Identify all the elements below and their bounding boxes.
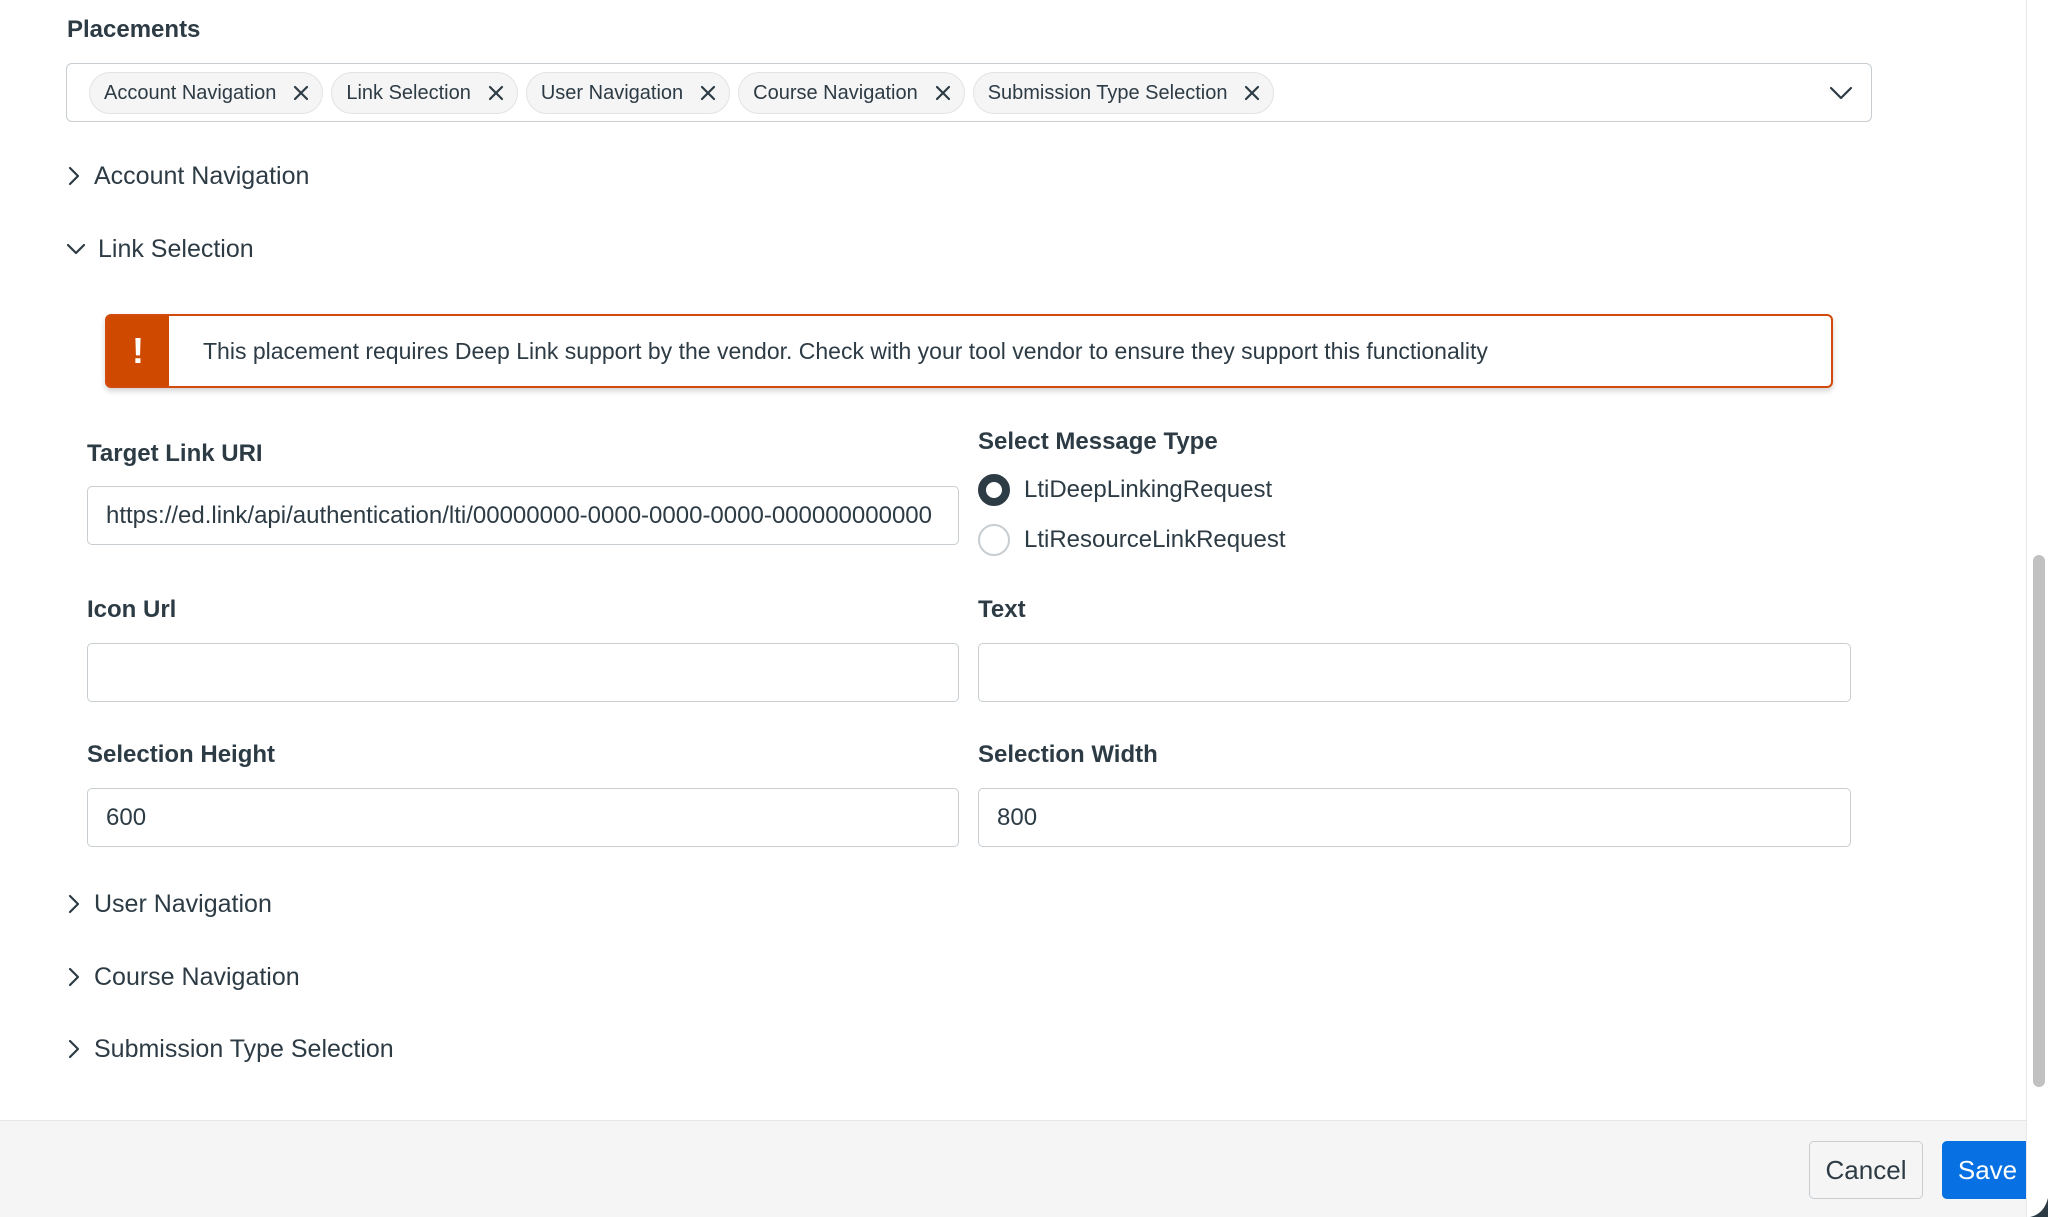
deep-link-warning-alert: ! This placement requires Deep Link supp… [105,314,1833,388]
placements-tags: Account Navigation Link Selection User N… [89,72,1275,114]
x-icon[interactable] [934,84,952,102]
placement-tag[interactable]: Submission Type Selection [972,72,1275,114]
placements-settings-page: Placements Account Navigation Link Selec… [0,0,2048,1217]
resize-corner-icon [2030,1198,2048,1217]
text-label: Text [978,596,1026,623]
save-button[interactable]: Save [1942,1141,2033,1199]
target-link-uri-input[interactable] [87,486,959,545]
toggle-user-navigation[interactable]: User Navigation [66,888,272,920]
text-input[interactable] [978,643,1851,702]
chevron-down-icon [66,243,86,255]
x-icon[interactable] [699,84,717,102]
toggle-course-navigation[interactable]: Course Navigation [66,961,300,993]
selection-height-label: Selection Height [87,741,276,768]
placement-tag[interactable]: User Navigation [525,72,731,114]
radio-label: LtiDeepLinkingRequest [1024,476,1273,503]
selection-height-input[interactable] [87,788,959,847]
toggle-label: Course Navigation [94,962,300,991]
x-icon[interactable] [1243,84,1261,102]
toggle-label: Link Selection [98,234,254,263]
message-type-label: Select Message Type [978,428,1218,455]
toggle-label: Account Navigation [94,161,310,190]
placement-tag-label: User Navigation [540,81,684,104]
x-icon[interactable] [292,84,310,102]
placement-tag[interactable]: Account Navigation [89,72,324,114]
placement-tag-label: Submission Type Selection [987,81,1228,104]
warning-icon: ! [107,316,169,386]
modal-footer: Cancel Save [0,1120,2033,1217]
x-icon[interactable] [487,84,505,102]
toggle-account-navigation[interactable]: Account Navigation [66,160,309,192]
placement-tag-label: Link Selection [346,81,471,104]
radio-button[interactable] [978,524,1010,556]
scrollbar-thumb[interactable] [2033,555,2045,1087]
alert-message: This placement requires Deep Link suppor… [203,337,1488,364]
radio-label: LtiResourceLinkRequest [1024,526,1286,553]
placement-tag-label: Course Navigation [753,81,918,104]
placements-multiselect[interactable]: Account Navigation Link Selection User N… [66,63,1872,122]
placements-label: Placements [67,16,201,43]
target-link-uri-label: Target Link URI [87,440,263,467]
chevron-right-icon [68,166,80,186]
selection-width-input[interactable] [978,788,1851,847]
chevron-right-icon [68,1039,80,1059]
radio-resource-link-request[interactable]: LtiResourceLinkRequest [978,524,1285,556]
placement-tag[interactable]: Course Navigation [738,72,965,114]
radio-button[interactable] [978,474,1010,506]
chevron-down-icon[interactable] [1829,84,1853,102]
toggle-submission-type-selection[interactable]: Submission Type Selection [66,1033,394,1065]
cancel-button[interactable]: Cancel [1809,1141,1923,1199]
chevron-right-icon [68,894,80,914]
placement-tag[interactable]: Link Selection [331,72,518,114]
toggle-label: User Navigation [94,889,272,918]
icon-url-input[interactable] [87,643,959,702]
placement-tag-label: Account Navigation [104,81,277,104]
toggle-label: Submission Type Selection [94,1034,394,1063]
toggle-link-selection[interactable]: Link Selection [66,233,254,265]
chevron-right-icon [68,967,80,987]
radio-deep-linking-request[interactable]: LtiDeepLinkingRequest [978,474,1272,506]
icon-url-label: Icon Url [87,596,177,623]
selection-width-label: Selection Width [978,741,1158,768]
